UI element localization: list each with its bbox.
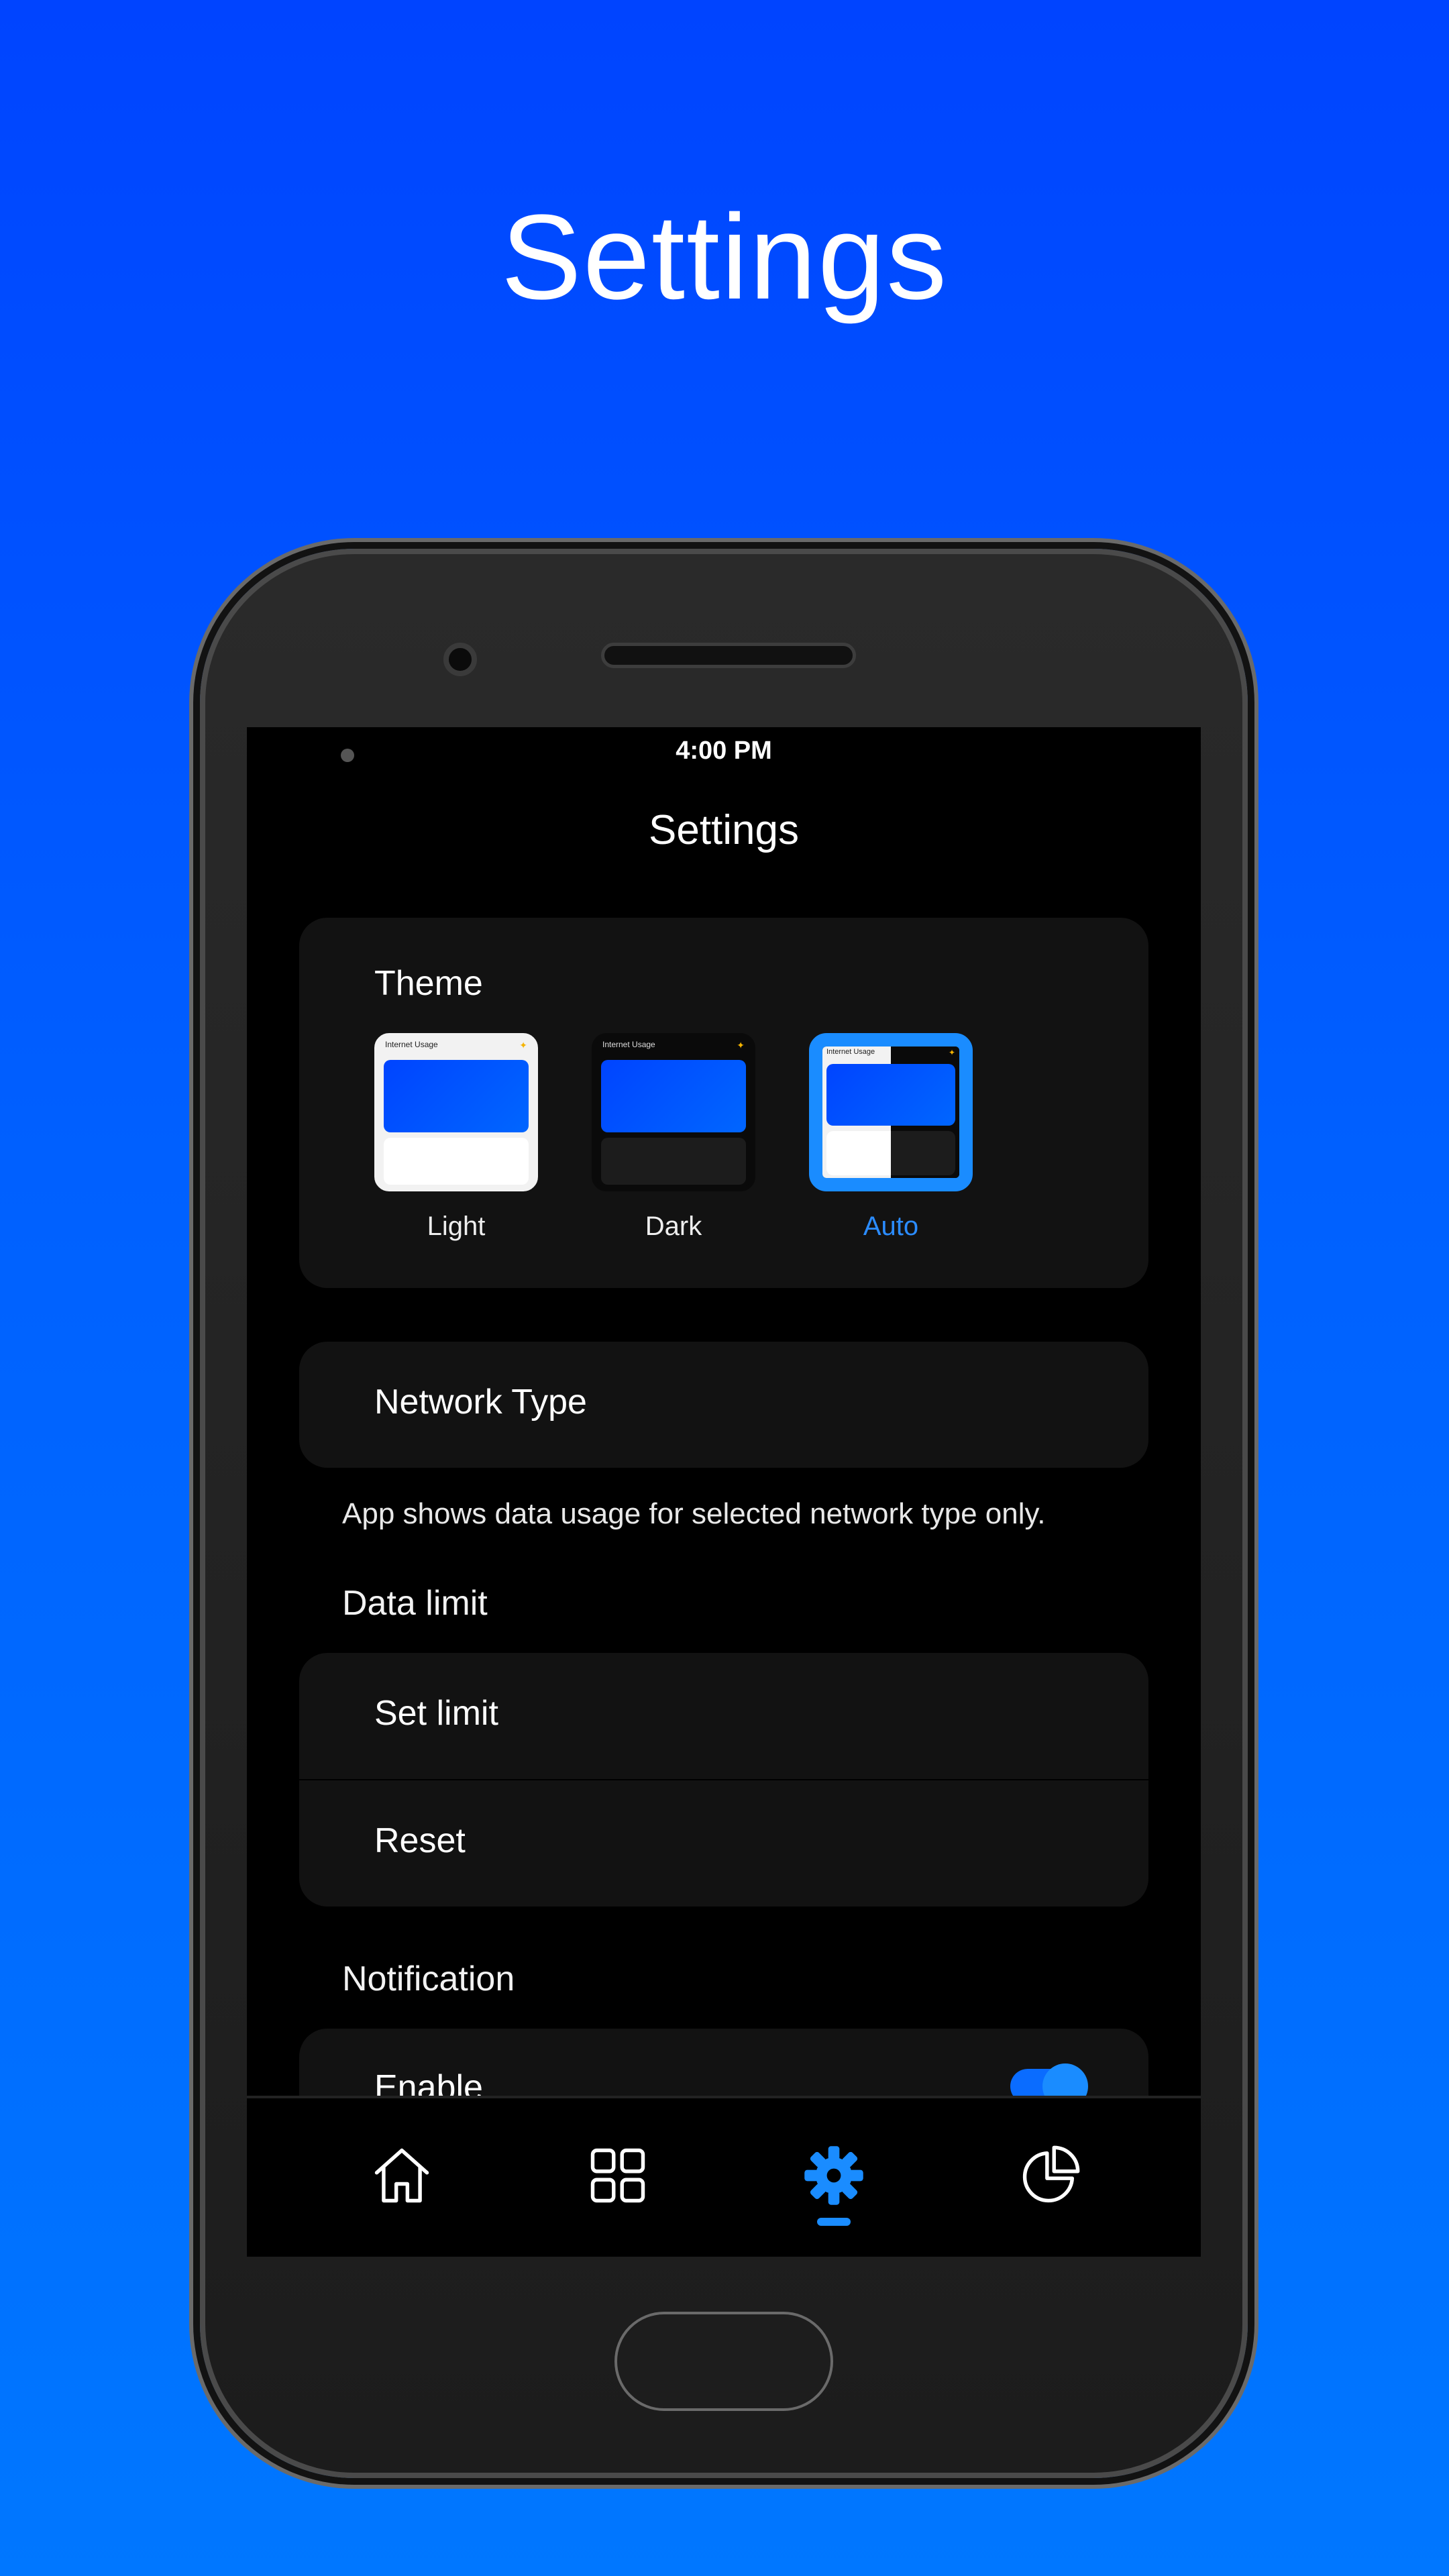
thumbnail-usage-card <box>384 1060 529 1132</box>
thumbnail-panel <box>826 1131 955 1175</box>
thumbnail-usage-card <box>826 1064 955 1126</box>
notification-heading: Notification <box>342 1960 515 1998</box>
home-icon <box>374 2148 429 2203</box>
active-tab-indicator <box>817 2218 851 2226</box>
network-type-row[interactable]: Network Type <box>299 1342 1148 1468</box>
theme-thumbnail-dark: Internet Usage ✦ <box>592 1033 755 1191</box>
theme-card: Theme Internet Usage ✦ Light Internet Us… <box>299 918 1148 1288</box>
theme-thumbnail-light: Internet Usage ✦ <box>374 1033 538 1191</box>
theme-label: Theme <box>374 964 483 1003</box>
grid-icon <box>590 2148 645 2203</box>
data-limit-heading: Data limit <box>342 1584 488 1623</box>
hardware-home-button[interactable] <box>614 2312 833 2411</box>
theme-caption-auto: Auto <box>863 1212 919 1241</box>
nav-home[interactable] <box>365 2139 439 2212</box>
reset-row[interactable]: Reset <box>374 1821 466 1861</box>
phone-frame: 4:00 PM Settings Theme Internet Usage ✦ … <box>200 549 1248 2478</box>
page-title: Settings <box>648 807 800 853</box>
moon-icon: ✦ <box>737 1040 745 1051</box>
gear-icon <box>804 2146 863 2205</box>
theme-thumbnail-auto: Internet Usage ✦ <box>809 1033 973 1191</box>
theme-option-auto[interactable]: Internet Usage ✦ Auto <box>809 1033 973 1242</box>
thumbnail-header: Internet Usage <box>826 1048 875 1056</box>
set-limit-row[interactable]: Set limit <box>374 1693 498 1733</box>
status-bar: 4:00 PM <box>247 727 1201 781</box>
sun-moon-icon: ✦ <box>948 1048 955 1057</box>
thumbnail-usage-card <box>601 1060 746 1132</box>
network-type-label: Network Type <box>374 1383 587 1421</box>
data-limit-card: Set limit Reset <box>299 1653 1148 1907</box>
status-time: 4:00 PM <box>676 737 772 765</box>
pie-chart-icon <box>1022 2145 1080 2203</box>
hero-title: Settings <box>500 190 949 325</box>
theme-caption-light: Light <box>427 1212 486 1241</box>
network-helper-text: App shows data usage for selected networ… <box>342 1497 1046 1530</box>
thumbnail-header: Internet Usage <box>385 1040 438 1049</box>
theme-option-light[interactable]: Internet Usage ✦ Light <box>374 1033 538 1242</box>
phone-screen: 4:00 PM Settings Theme Internet Usage ✦ … <box>247 727 1201 2257</box>
nav-dashboard[interactable] <box>581 2139 655 2212</box>
thumbnail-header: Internet Usage <box>602 1040 655 1049</box>
bottom-navigation <box>247 2096 1201 2257</box>
theme-caption-dark: Dark <box>645 1212 702 1241</box>
nav-statistics[interactable] <box>1013 2139 1087 2212</box>
earpiece-speaker <box>601 643 856 668</box>
sun-icon: ✦ <box>519 1040 527 1051</box>
front-camera <box>443 643 477 676</box>
nav-settings[interactable] <box>797 2139 871 2212</box>
thumbnail-panel <box>384 1138 529 1185</box>
divider <box>299 1779 1148 1780</box>
theme-option-dark[interactable]: Internet Usage ✦ Dark <box>592 1033 755 1242</box>
thumbnail-panel <box>601 1138 746 1185</box>
